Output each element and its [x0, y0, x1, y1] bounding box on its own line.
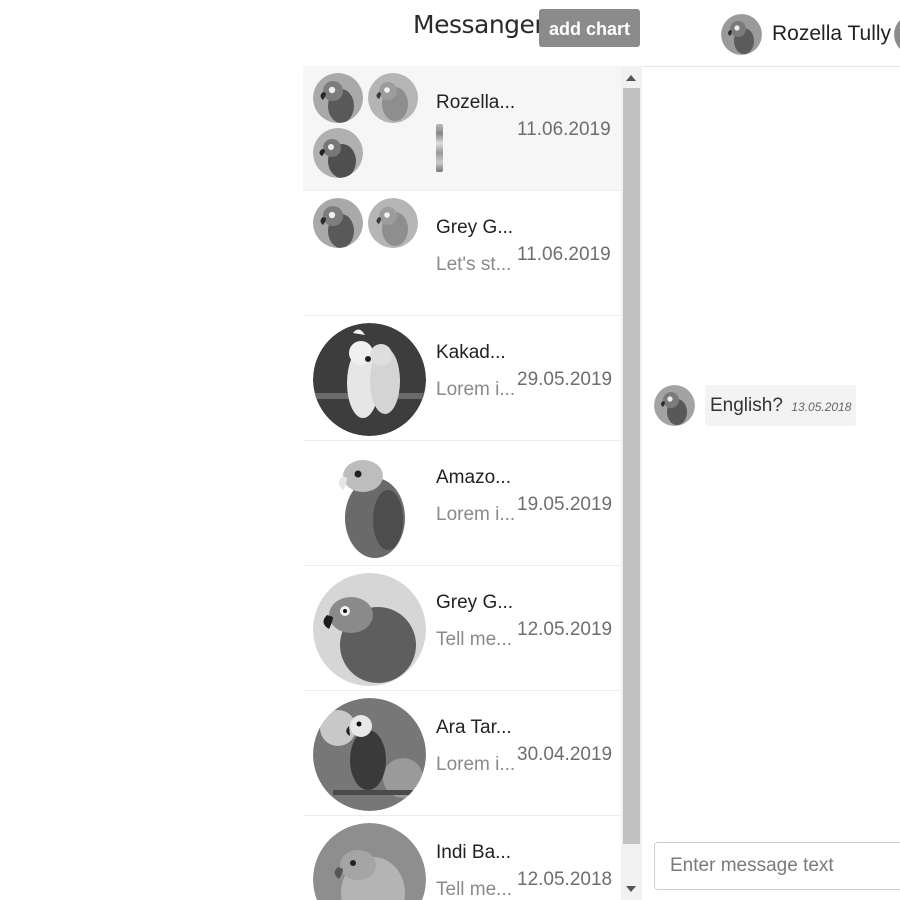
scrollbar-thumb[interactable] — [623, 88, 640, 844]
chat-date: 29.05.2019 — [517, 369, 613, 390]
add-chart-button[interactable]: add chart — [539, 9, 640, 47]
parrot-avatar-icon — [313, 198, 363, 248]
chat-name: Ara Tar... — [436, 717, 512, 738]
messenger-app: Messanger add chart Rozella Tully Rozell… — [0, 0, 900, 900]
chat-date: 19.05.2019 — [517, 494, 613, 515]
chat-list: Rozella... 11.06.2019 Grey G... Let's st… — [303, 66, 621, 900]
chat-date: 12.05.2018 — [517, 869, 613, 890]
parrot-avatar-icon — [368, 198, 418, 248]
chat-date: 30.04.2019 — [517, 744, 613, 765]
chat-name: Kakad... — [436, 342, 506, 363]
chat-preview: Tell me... — [436, 879, 513, 900]
amazon-parrot-avatar-icon — [313, 448, 426, 561]
chat-list-item[interactable]: Rozella... 11.06.2019 — [303, 66, 621, 191]
chat-preview: Lorem i... — [436, 379, 516, 400]
app-title: Messanger — [413, 10, 545, 39]
chat-name: Indi Ba... — [436, 842, 511, 863]
parrot-avatar-icon — [313, 128, 363, 178]
macaw-avatar-icon — [313, 698, 426, 811]
chat-preview: Lorem i... — [436, 754, 516, 775]
chat-date: 11.06.2019 — [517, 119, 611, 140]
parakeet-avatar-icon — [313, 823, 426, 900]
chat-list-item[interactable]: Amazo... Lorem i... 19.05.2019 — [303, 441, 621, 566]
chat-preview: Lorem i... — [436, 504, 516, 525]
message-timestamp: 13.05.2018 — [791, 400, 852, 414]
parrot-avatar-icon[interactable] — [894, 14, 900, 55]
parrot-avatar-icon — [313, 73, 363, 123]
parrot-avatar-icon — [654, 385, 695, 426]
chat-list-item[interactable]: Grey G... Let's st... 11.06.2019 — [303, 191, 621, 316]
chat-preview: Let's st... — [436, 254, 512, 275]
image-attachment-icon — [436, 124, 443, 172]
message-bubble: English? 13.05.2018 — [705, 385, 857, 426]
chat-name: Grey G... — [436, 217, 514, 238]
chat-header: Rozella Tully — [642, 0, 900, 67]
scroll-down-arrow-icon[interactable] — [626, 886, 636, 892]
chat-name: Grey G... — [436, 592, 514, 613]
parrot-avatar-icon[interactable] — [721, 14, 762, 55]
grey-parrot-avatar-icon — [313, 573, 426, 686]
chat-date: 12.05.2019 — [517, 619, 613, 640]
chat-list-item[interactable]: Ara Tar... Lorem i... 30.04.2019 — [303, 691, 621, 816]
chat-preview: Tell me... — [436, 629, 513, 650]
chat-date: 11.06.2019 — [517, 244, 611, 265]
parrot-avatar-icon — [368, 73, 418, 123]
chat-name: Amazo... — [436, 467, 511, 488]
chat-list-item[interactable]: Indi Ba... Tell me... 12.05.2018 — [303, 816, 621, 900]
chat-name: Rozella... — [436, 92, 516, 113]
message-text: English? — [710, 395, 783, 416]
scroll-up-arrow-icon[interactable] — [626, 75, 636, 81]
chat-list-item[interactable]: Kakad... Lorem i... 29.05.2019 — [303, 316, 621, 441]
cockatoo-avatar-icon — [313, 323, 426, 436]
message-input[interactable] — [654, 842, 900, 890]
chat-contact-name[interactable]: Rozella Tully — [772, 22, 891, 46]
chat-list-scrollbar[interactable] — [621, 66, 642, 900]
chat-list-item[interactable]: Grey G... Tell me... 12.05.2019 — [303, 566, 621, 691]
